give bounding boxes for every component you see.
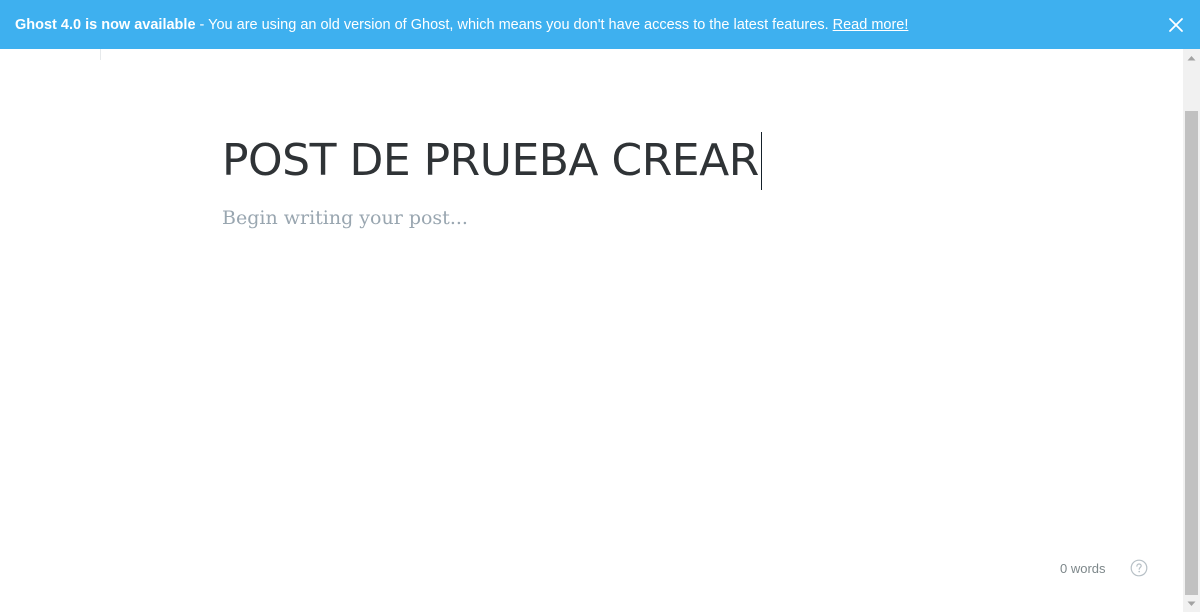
banner-headline: Ghost 4.0 is now available: [15, 16, 196, 33]
sidebar-divider: [100, 49, 101, 60]
post-body-editor[interactable]: Begin writing your post...: [222, 207, 1142, 229]
scroll-down-icon[interactable]: [1183, 595, 1200, 612]
read-more-link[interactable]: Read more!: [833, 17, 909, 33]
text-caret: [760, 132, 762, 190]
post-editor: POST DE PRUEBA CREAR Begin writing your …: [222, 132, 1142, 229]
vertical-scrollbar[interactable]: [1183, 49, 1200, 612]
question-circle-icon[interactable]: [1130, 559, 1148, 577]
post-title-input[interactable]: POST DE PRUEBA CREAR: [222, 132, 762, 190]
word-count: 0 words: [1060, 561, 1106, 576]
banner-message: - You are using an old version of Ghost,…: [195, 16, 833, 33]
post-title-text: POST DE PRUEBA CREAR: [222, 135, 759, 186]
update-banner: Ghost 4.0 is now available - You are usi…: [0, 0, 1200, 49]
scroll-up-icon[interactable]: [1183, 49, 1200, 66]
close-icon[interactable]: [1166, 15, 1186, 35]
scrollbar-thumb[interactable]: [1185, 111, 1198, 595]
